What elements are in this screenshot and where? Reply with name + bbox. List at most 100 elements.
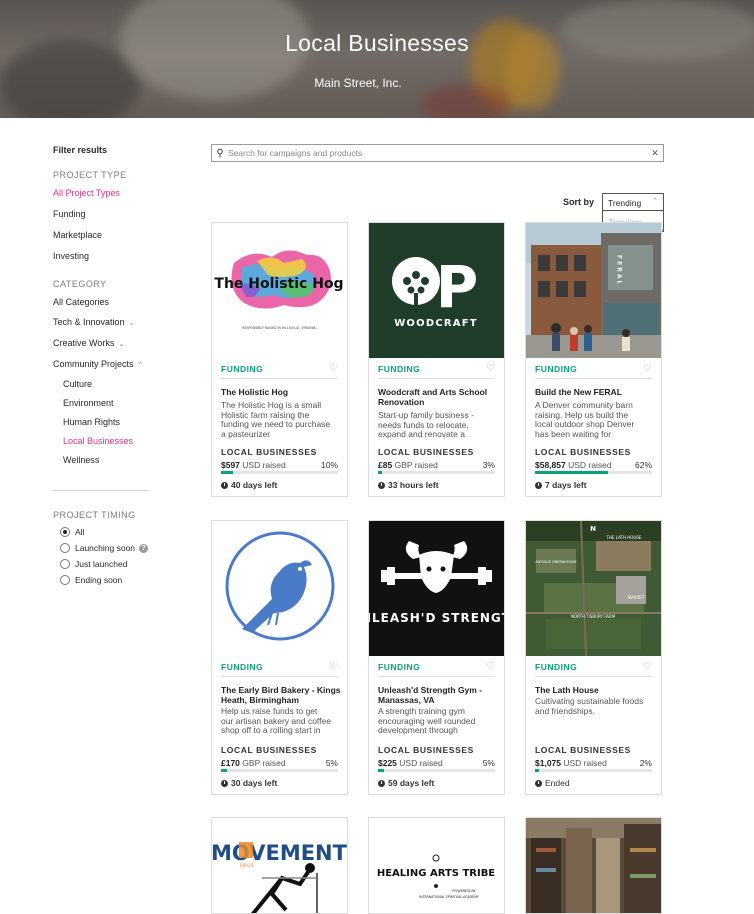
- filter-local-businesses[interactable]: Local Businesses: [63, 436, 133, 446]
- radio-button[interactable]: [60, 527, 70, 537]
- filter-all-categories[interactable]: All Categories: [53, 297, 109, 307]
- filter-investing[interactable]: Investing: [53, 251, 89, 261]
- heart-icon[interactable]: ♡: [486, 363, 495, 374]
- campaign-card[interactable]: UNLEASH'D STRENGTH FUNDING ♡ Unleash'd S…: [368, 520, 505, 795]
- campaign-category: LOCAL BUSINESSES: [221, 447, 317, 457]
- campaign-description: A strength training gym encouraging well…: [378, 707, 476, 737]
- heart-icon[interactable]: ♡: [486, 661, 495, 672]
- farm-label: NORTH TISBURY FARM: [571, 614, 616, 619]
- filter-creative-works[interactable]: Creative Works ⌄: [53, 338, 124, 348]
- timing-just-launched[interactable]: Just launched: [60, 559, 127, 569]
- time-text: 33 hours left: [388, 480, 439, 490]
- divider: [378, 676, 495, 677]
- hero-banner: Local Businesses Main Street, Inc.: [0, 0, 754, 118]
- amount-value: $1,075: [535, 758, 561, 768]
- sidebar-divider: [53, 490, 149, 491]
- radio-button[interactable]: [60, 575, 70, 585]
- radio-button[interactable]: [60, 559, 70, 569]
- campaign-category: LOCAL BUSINESSES: [535, 447, 631, 457]
- clear-icon[interactable]: ✕: [647, 148, 663, 159]
- campaign-image[interactable]: HEALING ARTS TRIBE POWERED BY INTERNATIO…: [369, 818, 504, 913]
- heart-icon[interactable]: ♡: [643, 363, 652, 374]
- campaign-card[interactable]: MOVEMENT BRAZIL: [211, 817, 348, 914]
- campaign-title[interactable]: Build the New FERAL: [535, 387, 655, 397]
- help-icon[interactable]: ?: [139, 543, 149, 553]
- campaign-image[interactable]: The Holistic Hog RESPONSIBLY RAISED IN H…: [212, 223, 347, 358]
- filter-marketplace[interactable]: Marketplace: [53, 230, 102, 240]
- campaign-title[interactable]: Woodcraft and Arts School Renovation: [378, 387, 498, 407]
- campaign-image[interactable]: P WOODCRAFT: [369, 223, 504, 358]
- campaign-category: LOCAL BUSINESSES: [535, 745, 631, 755]
- campaign-title[interactable]: The Early Bird Bakery - Kings Heath, Bir…: [221, 685, 341, 705]
- campaign-image[interactable]: UNLEASH'D STRENGTH: [369, 521, 504, 656]
- time-remaining: 40 days left: [221, 480, 277, 490]
- filter-wellness[interactable]: Wellness: [63, 455, 99, 465]
- search-input[interactable]: [228, 148, 647, 158]
- amount-value: $225: [378, 758, 397, 768]
- chevron-down-icon: ⌄: [128, 320, 135, 327]
- divider: [221, 378, 338, 379]
- campaign-card[interactable]: FERAL FUNDING ♡ Build the New FERAL A De…: [525, 222, 662, 497]
- campaign-card[interactable]: The Holistic Hog RESPONSIBLY RAISED IN H…: [211, 222, 348, 497]
- logo-tagline: RESPONSIBLY RAISED IN HILLSVILLE, VIRGIN…: [242, 326, 316, 330]
- holistic-hog-logo-text: The Holistic Hog: [214, 276, 343, 292]
- time-text: 30 days left: [231, 778, 278, 788]
- clock-icon: [378, 481, 385, 489]
- filter-community-projects[interactable]: Community Projects ⌃: [53, 359, 143, 369]
- divider: [221, 676, 338, 677]
- campaign-image[interactable]: N THE LATH HOUSE ANTIQUE GREENHOUSE MARK…: [526, 521, 661, 656]
- campaign-image[interactable]: MOVEMENT BRAZIL: [212, 818, 347, 913]
- progress-fill: [378, 471, 382, 474]
- currency-label: USD raised: [399, 758, 443, 768]
- campaign-card[interactable]: N THE LATH HOUSE ANTIQUE GREENHOUSE MARK…: [525, 520, 662, 795]
- progress-fill: [221, 769, 227, 772]
- heart-icon[interactable]: ♡: [329, 363, 338, 374]
- percent-funded: 2%: [639, 758, 652, 768]
- timing-all[interactable]: All: [60, 527, 84, 537]
- amount-raised: £85 GBP raised: [378, 460, 438, 470]
- campaign-image[interactable]: FERAL: [526, 223, 661, 358]
- category-heading: CATEGORY: [53, 279, 107, 289]
- filter-all-project-types[interactable]: All Project Types: [53, 188, 120, 198]
- heart-icon[interactable]: ♡: [329, 661, 338, 672]
- timing-ending-soon[interactable]: Ending soon: [60, 575, 122, 585]
- lath-house-label: THE LATH HOUSE: [606, 535, 642, 540]
- filter-tech-innovation[interactable]: Tech & Innovation ⌄: [53, 317, 134, 327]
- timing-label: Ending soon: [75, 575, 123, 585]
- campaign-title[interactable]: The Lath House: [535, 685, 655, 695]
- campaign-title[interactable]: The Holistic Hog: [221, 387, 341, 397]
- time-text: Ended: [545, 778, 570, 788]
- woodcraft-mark: P: [436, 253, 479, 321]
- movement-sub-label: BRAZIL: [240, 863, 255, 868]
- clock-icon: [221, 481, 228, 489]
- campaign-card[interactable]: FUNDING ♡ The Early Bird Bakery - Kings …: [211, 520, 348, 795]
- heart-icon[interactable]: ♡: [643, 661, 652, 672]
- powered-by-label: POWERED BY: [452, 889, 476, 893]
- currency-label: USD raised: [563, 758, 607, 768]
- campaign-card[interactable]: P WOODCRAFT FUNDING ♡ Woodcraft and Arts…: [368, 222, 505, 497]
- progress-bar: [221, 769, 338, 772]
- chevron-down-icon: ⌄: [118, 341, 125, 348]
- campaign-image[interactable]: [212, 521, 347, 656]
- radio-button[interactable]: [60, 543, 70, 553]
- chevron-up-icon: ⌃: [652, 198, 658, 205]
- category-label: Creative Works: [53, 338, 115, 348]
- filter-title: Filter results: [53, 145, 108, 155]
- project-type-label: FUNDING: [378, 364, 421, 374]
- timing-launching-soon[interactable]: Launching soon?: [60, 543, 149, 553]
- campaign-card[interactable]: HEALING ARTS TRIBE POWERED BY INTERNATIO…: [368, 817, 505, 914]
- divider: [378, 378, 495, 379]
- filter-culture[interactable]: Culture: [63, 379, 92, 389]
- chevron-up-icon: ⌃: [137, 362, 144, 369]
- campaign-description: Help us raise funds to get our artisan b…: [221, 707, 331, 737]
- campaign-card[interactable]: [525, 817, 662, 914]
- campaign-image[interactable]: [526, 818, 661, 913]
- project-type-label: FUNDING: [535, 364, 578, 374]
- campaign-title[interactable]: Unleash'd Strength Gym - Manassas, VA: [378, 685, 498, 705]
- amount-raised: $225 USD raised: [378, 758, 443, 768]
- percent-funded: 10%: [320, 460, 338, 470]
- filter-environment[interactable]: Environment: [63, 398, 114, 408]
- sort-dropdown[interactable]: Trending ⌃: [602, 193, 664, 211]
- filter-human-rights[interactable]: Human Rights: [63, 417, 120, 427]
- filter-funding[interactable]: Funding: [53, 209, 86, 219]
